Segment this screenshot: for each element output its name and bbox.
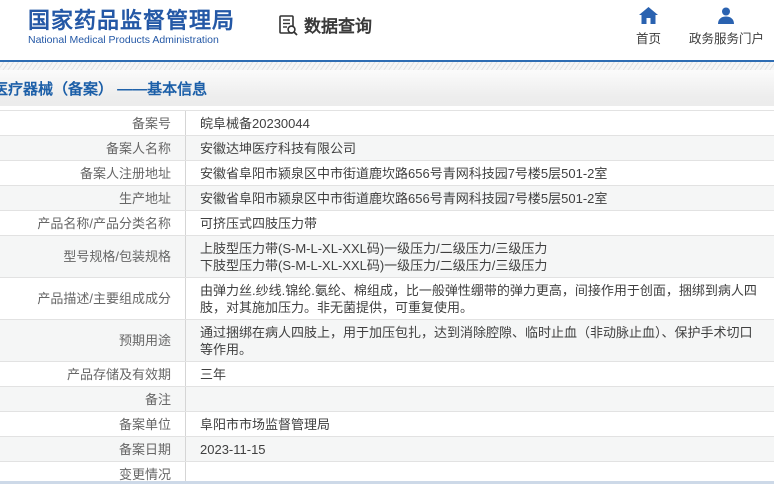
logo-subtitle: National Medical Products Administration: [28, 34, 219, 46]
field-label: 备案号: [0, 111, 185, 135]
field-label: 产品描述/主要组成成分: [0, 278, 185, 319]
table-row: 备案人注册地址 安徽省阜阳市颍泉区中市街道鹿坎路656号青网科技园7号楼5层501…: [0, 161, 774, 186]
field-value: 阜阳市市场监督管理局: [185, 412, 774, 436]
field-value: 2023-11-15: [185, 437, 774, 461]
table-row: 产品名称/产品分类名称 可挤压式四肢压力带: [0, 211, 774, 236]
field-label: 备注: [0, 387, 185, 411]
table-row: 备注: [0, 387, 774, 412]
field-value: 上肢型压力带(S-M-L-XL-XXL码)一级压力/二级压力/三级压力 下肢型压力…: [185, 236, 774, 277]
field-value: 可挤压式四肢压力带: [185, 211, 774, 235]
data-query-section: 数据查询: [277, 12, 372, 37]
table-row: 备案号 皖阜械备20230044: [0, 111, 774, 136]
nav-item-gov-portal[interactable]: 政务服务门户: [689, 7, 764, 47]
table-row: 产品描述/主要组成成分 由弹力丝.纱线.锦纶.氨纶、棉组成，比一般弹性绷带的弹力更…: [0, 278, 774, 320]
field-label: 生产地址: [0, 186, 185, 210]
field-value: 安徽省阜阳市颍泉区中市街道鹿坎路656号青网科技园7号楼5层501-2室: [185, 186, 774, 210]
field-label-text: 备案人注册地址: [79, 165, 171, 181]
field-label-text: 产品名称/产品分类名称: [37, 215, 171, 231]
field-label-text: 备注: [144, 391, 171, 407]
home-icon: [638, 7, 658, 24]
nav-item-home[interactable]: 首页: [636, 7, 661, 47]
field-label-text: 生产地址: [118, 190, 171, 206]
field-value: 安徽省阜阳市颍泉区中市街道鹿坎路656号青网科技园7号楼5层501-2室: [185, 161, 774, 185]
field-label-text: 变更情况: [118, 466, 171, 482]
field-label: 预期用途: [0, 320, 185, 361]
data-query-label: 数据查询: [304, 17, 373, 36]
field-label-text: 预期用途: [118, 333, 171, 348]
field-value-line: 上肢型压力带(S-M-L-XL-XXL码)一级压力/二级压力/三级压力: [200, 241, 548, 256]
page-title: 医疗器械（备案） ——基本信息: [0, 80, 208, 98]
table-row: 备案单位 阜阳市市场监督管理局: [0, 412, 774, 437]
field-label: 产品名称/产品分类名称: [0, 211, 185, 235]
table-row: 备案人名称 安徽达坤医疗科技有限公司: [0, 136, 774, 161]
field-label-text: 型号规格/包装规格: [63, 249, 171, 264]
field-label: 备案日期: [0, 437, 185, 461]
nav-label-gov-portal: 政务服务门户: [688, 32, 764, 46]
field-value: 由弹力丝.纱线.锦纶.氨纶、棉组成，比一般弹性绷带的弹力更高，间接作用于创面，捆…: [185, 278, 774, 319]
field-label: 产品存储及有效期: [0, 362, 185, 386]
header-nav: 首页 政务服务门户: [636, 7, 764, 47]
field-label-text: 备案单位: [118, 416, 171, 432]
field-label-text: 备案号: [131, 115, 171, 131]
field-label-text: 产品描述/主要组成成分: [37, 291, 171, 306]
record-table: 备案号 皖阜械备20230044 备案人名称 安徽达坤医疗科技有限公司 备案人注册地址安…: [0, 110, 774, 484]
site-header: 国家药品监督管理局 National Medical Products Admi…: [0, 0, 774, 62]
title-band: 医疗器械（备案） ——基本信息: [0, 70, 774, 106]
field-label-text: 产品存储及有效期: [66, 366, 171, 382]
user-icon: [717, 7, 735, 24]
table-row: 产品存储及有效期 三年: [0, 362, 774, 387]
logo-title: 国家药品监督管理局: [28, 8, 236, 33]
field-value: 安徽达坤医疗科技有限公司: [185, 136, 774, 160]
field-label-text: 备案日期: [118, 441, 171, 457]
field-value: 通过捆绑在病人四肢上，用于加压包扎，达到消除腔隙、临时止血（非动脉止血）、保护手…: [185, 320, 774, 361]
field-value: 皖阜械备20230044: [185, 111, 774, 135]
data-query-icon: [277, 14, 299, 36]
field-value: 三年: [185, 362, 774, 386]
field-label: 型号规格/包装规格: [0, 236, 185, 277]
field-value-line: 下肢型压力带(S-M-L-XL-XXL码)一级压力/二级压力/三级压力: [200, 258, 548, 273]
table-row: 预期用途 通过捆绑在病人四肢上，用于加压包扎，达到消除腔隙、临时止血（非动脉止血）…: [0, 320, 774, 362]
field-label: 备案单位: [0, 412, 185, 436]
record-detail: 备案号 皖阜械备20230044 备案人名称 安徽达坤医疗科技有限公司 备案人注册地址安…: [0, 110, 774, 484]
table-row: 备案日期 2023-11-15: [0, 437, 774, 462]
table-row: 型号规格/包装规格 上肢型压力带(S-M-L-XL-XXL码)一级压力/二级压力/…: [0, 236, 774, 278]
hatch-divider: [0, 62, 774, 70]
field-label-text: 备案人名称: [105, 140, 171, 156]
field-label: 备案人名称: [0, 136, 185, 160]
nmpa-logo[interactable]: 国家药品监督管理局 National Medical Products Admi…: [28, 9, 235, 47]
table-row: 生产地址 安徽省阜阳市颍泉区中市街道鹿坎路656号青网科技园7号楼5层501-2室: [0, 186, 774, 211]
field-value: [185, 387, 774, 411]
nav-label-home: 首页: [635, 32, 661, 46]
field-label: 备案人注册地址: [0, 161, 185, 185]
